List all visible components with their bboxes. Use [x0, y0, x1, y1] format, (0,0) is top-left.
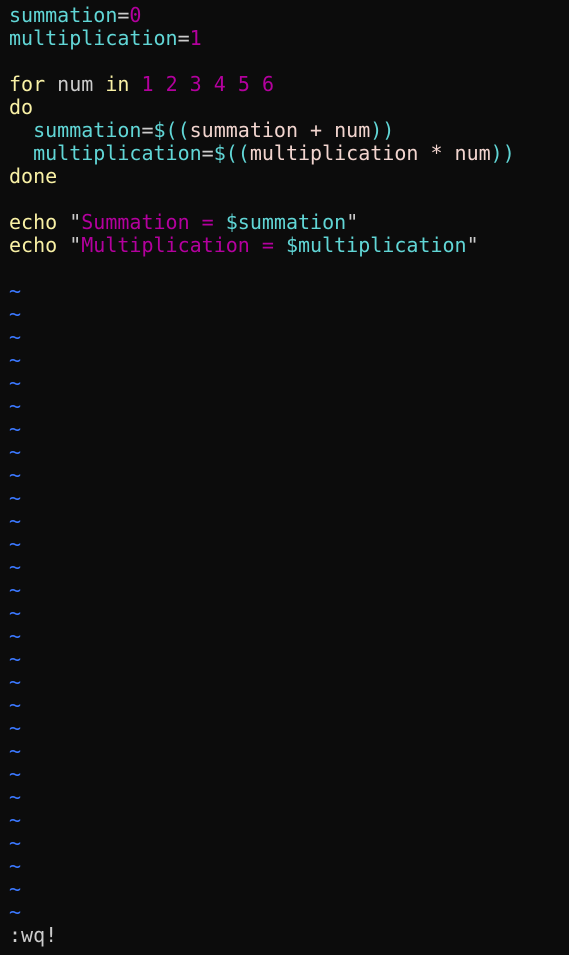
code-token: for [9, 72, 46, 96]
code-line: summation=$((summation + num)) [9, 119, 394, 142]
code-token: in [105, 72, 130, 96]
empty-line-marker: ~ [9, 302, 22, 326]
code-line: echo "Summation = $summation" [9, 211, 358, 234]
code-token: 0 [129, 3, 142, 27]
empty-line-marker: ~ [9, 578, 22, 602]
empty-line-marker: ~ [9, 463, 22, 487]
code-line: done [9, 165, 57, 188]
code-token: = [141, 118, 154, 142]
empty-line-marker: ~ [9, 693, 22, 717]
empty-line-marker: ~ [9, 532, 22, 556]
code-token: )) [490, 141, 515, 165]
empty-line-marker: ~ [9, 785, 22, 809]
empty-line-marker: ~ [9, 348, 22, 372]
empty-line-marker: ~ [9, 624, 22, 648]
empty-line-marker: ~ [9, 716, 22, 740]
code-token: summation [33, 118, 142, 142]
empty-line-marker: ~ [9, 440, 22, 464]
code-line: multiplication=$((multiplication * num)) [9, 142, 515, 165]
code-token: summation + num [189, 118, 371, 142]
code-token: 1 [141, 72, 154, 96]
code-token: Summation = [81, 210, 226, 234]
empty-line-marker: ~ [9, 325, 22, 349]
code-token: = [201, 141, 214, 165]
code-token: 3 [189, 72, 202, 96]
code-token: num [45, 72, 106, 96]
empty-line-marker: ~ [9, 601, 22, 625]
code-token: $summation [225, 210, 347, 234]
empty-line-marker: ~ [9, 417, 22, 441]
empty-line-marker: ~ [9, 509, 22, 533]
code-token: multiplication * num [249, 141, 491, 165]
empty-line-marker: ~ [9, 647, 22, 671]
code-token: 4 [213, 72, 226, 96]
code-token: multiplication [33, 141, 202, 165]
code-token: )) [370, 118, 395, 142]
code-line: summation=0 [9, 4, 141, 27]
code-token: do [9, 95, 34, 119]
code-token: $multiplication [285, 233, 467, 257]
empty-line-marker: ~ [9, 877, 22, 901]
empty-line-marker: ~ [9, 854, 22, 878]
code-token: = [177, 26, 190, 50]
code-token: echo [9, 233, 58, 257]
code-token: " [346, 210, 359, 234]
code-token: echo [9, 210, 58, 234]
empty-line-marker: ~ [9, 555, 22, 579]
code-token: 1 [189, 26, 202, 50]
empty-line-marker: ~ [9, 486, 22, 510]
code-line: do [9, 96, 33, 119]
code-token: " [69, 233, 82, 257]
empty-line-marker: ~ [9, 371, 22, 395]
code-token: = [117, 3, 130, 27]
code-line: for num in 1 2 3 4 5 6 [9, 73, 274, 96]
empty-line-marker: ~ [9, 900, 22, 924]
code-token: " [69, 210, 82, 234]
empty-line-marker: ~ [9, 670, 22, 694]
vim-editor[interactable]: :wq! summation=0 multiplication=1 for num … [0, 0, 569, 955]
code-token: 2 [165, 72, 178, 96]
code-token: Multiplication = [81, 233, 286, 257]
code-token: 6 [261, 72, 274, 96]
empty-line-marker: ~ [9, 831, 22, 855]
code-token: multiplication [9, 26, 178, 50]
code-token: $(( [153, 118, 190, 142]
code-line: multiplication=1 [9, 27, 202, 50]
empty-line-marker: ~ [9, 808, 22, 832]
command-line[interactable]: :wq! [9, 924, 57, 947]
code-token: " [466, 233, 479, 257]
empty-line-marker: ~ [9, 279, 22, 303]
empty-line-marker: ~ [9, 394, 22, 418]
empty-line-marker: ~ [9, 739, 22, 763]
empty-line-marker: ~ [9, 762, 22, 786]
code-token: 5 [237, 72, 250, 96]
code-token: summation [9, 3, 118, 27]
code-line: echo "Multiplication = $multiplication" [9, 234, 479, 257]
code-token: $(( [213, 141, 250, 165]
code-token: done [9, 164, 58, 188]
